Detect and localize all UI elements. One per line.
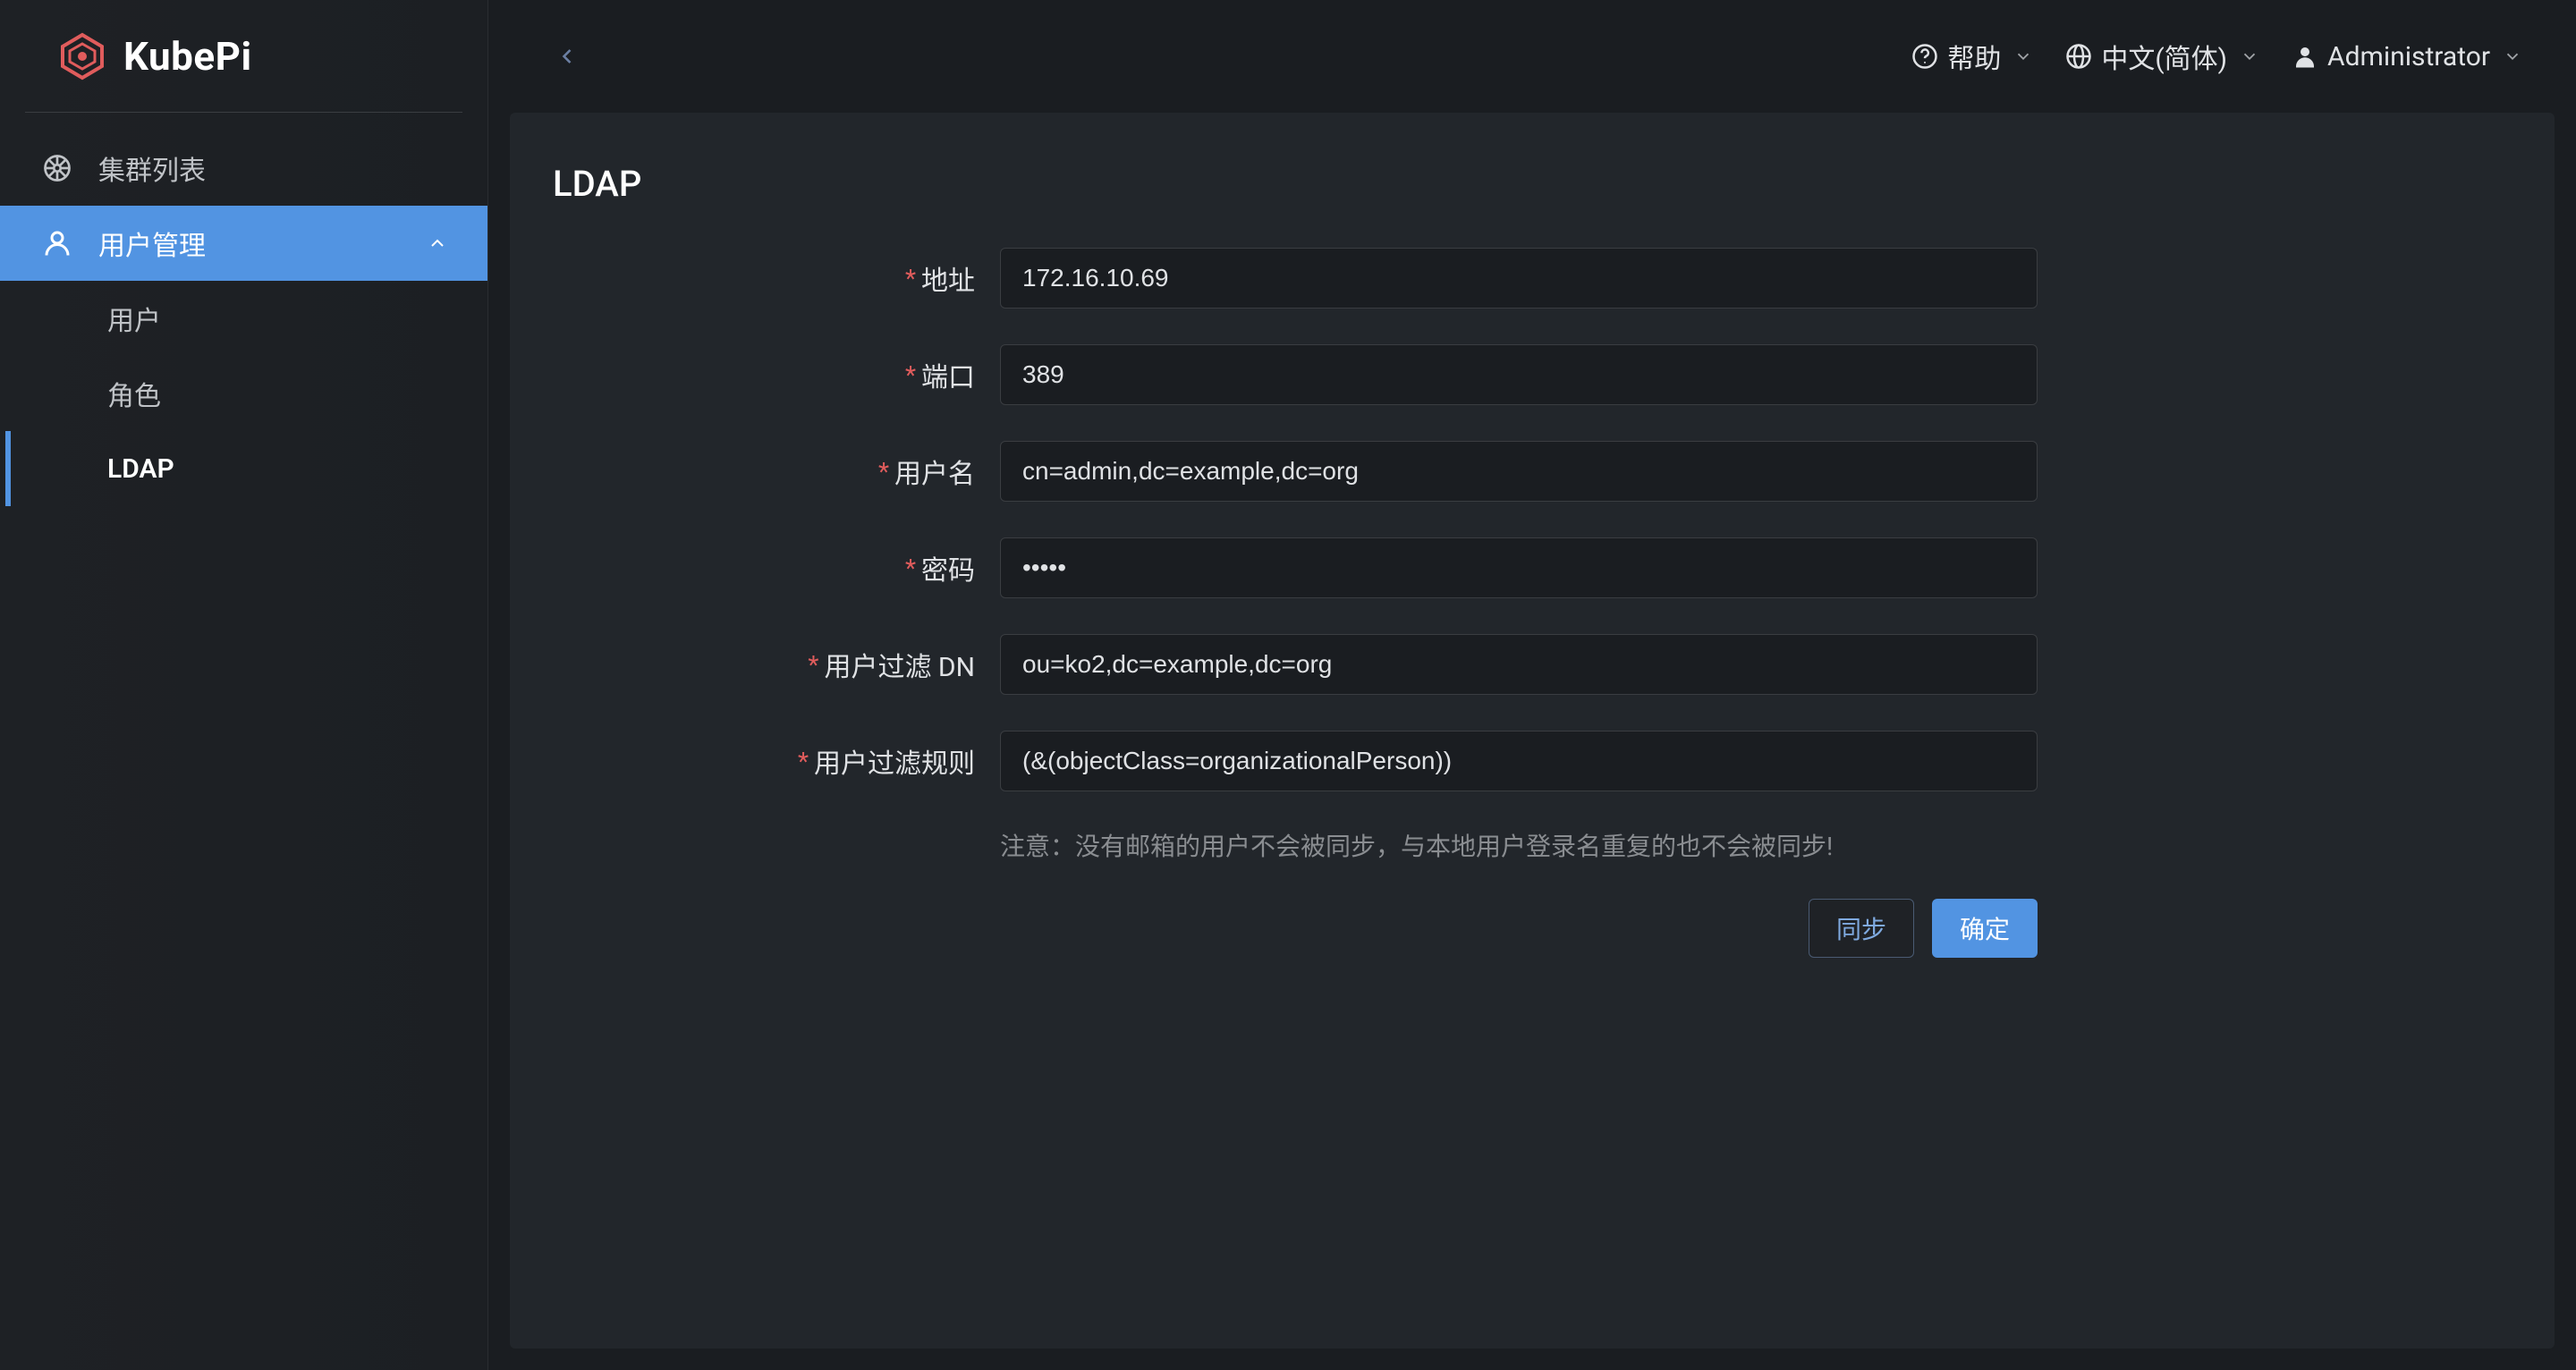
filter-rule-input[interactable] xyxy=(1000,731,2038,791)
username-label: * 用户名 xyxy=(553,452,1000,491)
helm-wheel-icon xyxy=(39,150,75,186)
kubepi-logo-icon xyxy=(57,31,107,81)
brand-name: KubePi xyxy=(123,33,252,80)
sidebar-item-label: 角色 xyxy=(107,374,161,413)
page-title: LDAP xyxy=(553,163,2512,205)
sidebar-item-label: 用户 xyxy=(107,299,161,338)
form-actions: 同步 确定 xyxy=(1000,899,2038,958)
form-note-row: 注意：没有邮箱的用户不会被同步，与本地用户登录名重复的也不会被同步! xyxy=(553,827,2038,863)
topbar: 帮助 中文(简体) xyxy=(488,0,2576,113)
chevron-down-icon xyxy=(2503,47,2522,66)
globe-icon xyxy=(2065,43,2092,70)
sidebar-item-label: 用户管理 xyxy=(98,224,206,263)
help-label: 帮助 xyxy=(1947,37,2001,76)
logo-area: KubePi xyxy=(25,0,462,113)
form-control xyxy=(1000,634,2038,695)
label-text: 端口 xyxy=(921,355,975,394)
form-row-password: * 密码 xyxy=(553,537,2038,598)
sidebar-item-ldap[interactable]: LDAP xyxy=(5,431,487,506)
label-text: 密码 xyxy=(921,548,975,588)
address-label: * 地址 xyxy=(553,258,1000,298)
confirm-button[interactable]: 确定 xyxy=(1932,899,2038,958)
filter-dn-input[interactable] xyxy=(1000,634,2038,695)
form-row-port: * 端口 xyxy=(553,344,2038,405)
required-marker: * xyxy=(905,264,916,293)
chevron-down-icon xyxy=(2240,47,2259,66)
form-control xyxy=(1000,731,2038,791)
chevron-left-icon xyxy=(555,44,580,69)
label-text: 用户过滤 DN xyxy=(824,645,975,684)
form-control xyxy=(1000,344,2038,405)
form-note: 注意：没有邮箱的用户不会被同步，与本地用户登录名重复的也不会被同步! xyxy=(1000,827,1833,863)
person-icon xyxy=(2292,43,2318,70)
language-menu[interactable]: 中文(简体) xyxy=(2065,37,2259,76)
label-text: 用户过滤规则 xyxy=(814,741,975,781)
password-input[interactable] xyxy=(1000,537,2038,598)
form-control xyxy=(1000,441,2038,502)
back-button[interactable] xyxy=(542,31,592,81)
sidebar-item-clusters[interactable]: 集群列表 xyxy=(0,131,487,206)
form-control xyxy=(1000,248,2038,309)
form-row-filter-dn: * 用户过滤 DN xyxy=(553,634,2038,695)
required-marker: * xyxy=(905,360,916,390)
sidebar-item-user-management[interactable]: 用户管理 xyxy=(0,206,487,281)
filter-dn-label: * 用户过滤 DN xyxy=(553,645,1000,684)
language-label: 中文(简体) xyxy=(2101,37,2227,76)
sidebar-item-label: LDAP xyxy=(107,453,174,485)
label-text: 地址 xyxy=(921,258,975,298)
help-menu[interactable]: 帮助 xyxy=(1911,37,2033,76)
ldap-form: * 地址 * 端口 xyxy=(553,248,2038,958)
port-label: * 端口 xyxy=(553,355,1000,394)
user-label: Administrator xyxy=(2327,41,2490,72)
sidebar-item-label: 集群列表 xyxy=(98,148,206,188)
required-marker: * xyxy=(808,650,818,680)
sidebar-item-roles[interactable]: 角色 xyxy=(5,356,487,431)
filter-rule-label: * 用户过滤规则 xyxy=(553,741,1000,781)
form-control xyxy=(1000,537,2038,598)
sidebar: KubePi xyxy=(0,0,488,1370)
user-menu[interactable]: Administrator xyxy=(2292,41,2522,72)
required-marker: * xyxy=(798,747,809,776)
form-row-filter-rule: * 用户过滤规则 xyxy=(553,731,2038,791)
label-text: 用户名 xyxy=(894,452,975,491)
required-marker: * xyxy=(905,554,916,583)
chevron-up-icon xyxy=(427,233,448,254)
sidebar-item-users[interactable]: 用户 xyxy=(5,281,487,356)
form-row-username: * 用户名 xyxy=(553,441,2038,502)
sync-button[interactable]: 同步 xyxy=(1809,899,1914,958)
user-icon xyxy=(39,225,75,261)
topbar-right: 帮助 中文(简体) xyxy=(1911,37,2540,76)
content-panel: LDAP * 地址 * 端口 xyxy=(510,113,2555,1349)
sidebar-submenu: 用户 角色 LDAP xyxy=(0,281,487,506)
sidebar-nav: 集群列表 用户管理 用户 xyxy=(0,113,487,1370)
required-marker: * xyxy=(878,457,889,486)
username-input[interactable] xyxy=(1000,441,2038,502)
chevron-down-icon xyxy=(2013,47,2033,66)
app-root: KubePi xyxy=(0,0,2576,1370)
port-input[interactable] xyxy=(1000,344,2038,405)
password-label: * 密码 xyxy=(553,548,1000,588)
main-area: 帮助 中文(简体) xyxy=(488,0,2576,1370)
form-row-address: * 地址 xyxy=(553,248,2038,309)
help-icon xyxy=(1911,43,1938,70)
address-input[interactable] xyxy=(1000,248,2038,309)
